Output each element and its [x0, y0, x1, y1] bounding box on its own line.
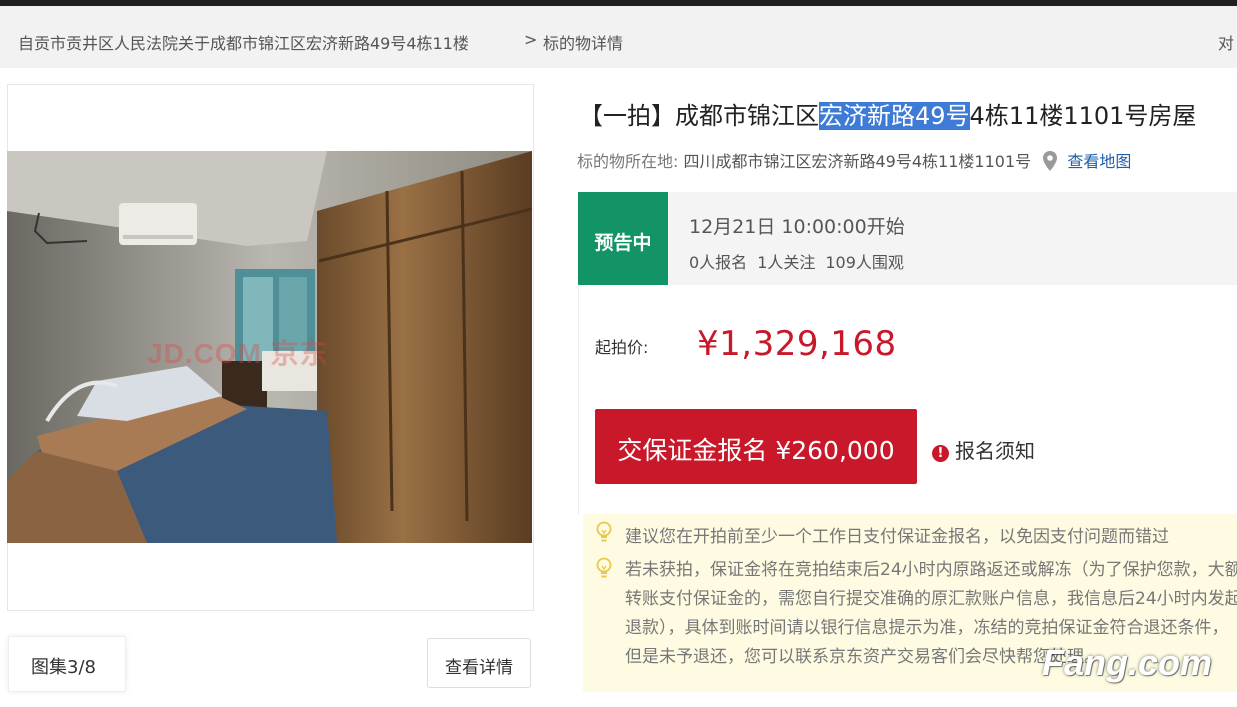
breadcrumb-right-cut[interactable]: 对 [1218, 30, 1234, 54]
location-pin-icon [1043, 151, 1058, 171]
title-prefix: 【一拍】成都市锦江区 [579, 102, 819, 130]
gallery-counter-label: 图集3/8 [31, 657, 96, 678]
signup-notice-label: 报名须知 [955, 439, 1035, 463]
view-details-label: 查看详情 [445, 658, 513, 678]
start-price-label: 起拍价: [595, 338, 649, 357]
lightbulb-icon [596, 557, 612, 578]
signup-count: 0人报名 [689, 253, 748, 272]
follower-count: 1人关注 [757, 253, 816, 272]
auction-status-panel: 预告中 12月21日 10:00:00开始 0人报名 1人关注 109人围观 [578, 192, 1237, 285]
view-map-link[interactable]: 查看地图 [1067, 152, 1131, 171]
property-photo[interactable]: JD.COM 京东 [7, 151, 532, 543]
view-details-button[interactable]: 查看详情 [427, 638, 531, 688]
deposit-signup-button[interactable]: 交保证金报名 ¥260,000 [595, 409, 917, 484]
breadcrumb-court-link[interactable]: 自贡市贡井区人民法院关于成都市锦江区宏济新路49号4栋11楼 [18, 30, 469, 54]
tip-deposit-timing: 建议您在开拍前至少一个工作日支付保证金报名，以免因支付问题而错过 [625, 527, 1169, 547]
title-suffix: 4栋11楼1101号房屋 [969, 102, 1197, 130]
status-badge-label: 预告中 [594, 232, 652, 254]
breadcrumb: 自贡市贡井区人民法院关于成都市锦江区宏济新路49号4栋11楼 > 标的物详情 对 [0, 6, 1237, 68]
viewer-count: 109人围观 [825, 253, 904, 272]
title-highlight: 宏济新路49号 [819, 102, 970, 130]
breadcrumb-separator: > [524, 30, 538, 49]
start-price: ¥1,329,168 [697, 324, 897, 364]
fang-watermark: Fang.com [1042, 642, 1213, 683]
jd-watermark: JD.COM 京东 [147, 338, 329, 369]
status-badge: 预告中 [578, 192, 668, 285]
start-time: 12月21日 10:00:00开始 [689, 216, 905, 238]
auction-stats: 0人报名 1人关注 109人围观 [689, 249, 914, 273]
address-line: 标的物所在地: 四川成都市锦江区宏济新路49号4栋11楼1101号 查看地图 [577, 148, 1131, 172]
gallery-counter[interactable]: 图集3/8 [8, 636, 126, 692]
signup-notice-link[interactable]: ! 报名须知 [932, 435, 1035, 464]
address-label: 标的物所在地: [577, 152, 679, 171]
lightbulb-icon [596, 521, 612, 542]
deposit-signup-label: 交保证金报名 ¥260,000 [617, 436, 895, 465]
breadcrumb-current: 标的物详情 [543, 34, 624, 53]
alert-icon: ! [932, 445, 949, 462]
page-title: 【一拍】成都市锦江区宏济新路49号4栋11楼1101号房屋 [579, 96, 1196, 131]
address-value: 四川成都市锦江区宏济新路49号4栋11楼1101号 [683, 152, 1032, 171]
